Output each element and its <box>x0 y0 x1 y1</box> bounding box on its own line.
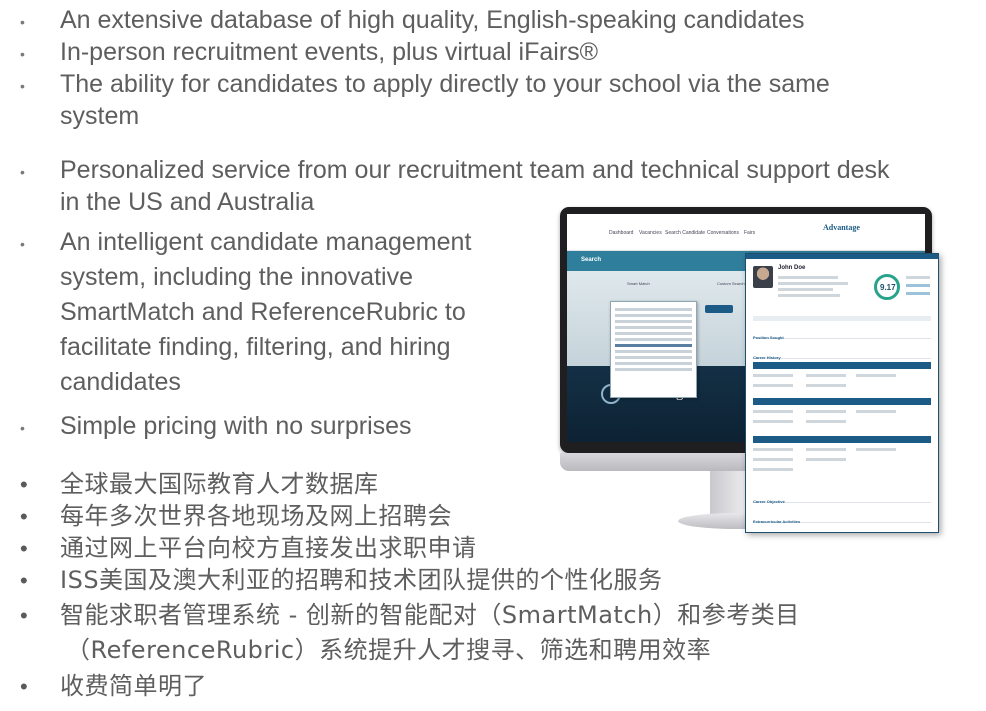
profile-section: Career Objective <box>753 490 931 504</box>
chinese-bullet-3: 通过网上平台向校方直接发出求职申请 <box>60 534 477 562</box>
monitor-illustration: Dashboard Vacancies Search Candidate Con… <box>560 207 945 545</box>
candidate-score: 9.17 <box>880 283 896 292</box>
bullet-marker: • <box>20 78 25 94</box>
bullet-marker: • <box>20 674 28 699</box>
bullet-marker: • <box>20 536 28 561</box>
profile-section: Career History <box>753 346 931 360</box>
bullet-marker: • <box>20 472 28 497</box>
chinese-bullet-2: 每年多次世界各地现场及网上招聘会 <box>60 502 452 530</box>
english-bullet-5-cont: SmartMatch and ReferenceRubric to <box>60 298 466 326</box>
bullet-marker: • <box>20 164 25 180</box>
chinese-bullet-4: ISS美国及澳大利亚的招聘和技术团队提供的个性化服务 <box>60 566 663 594</box>
english-bullet-3-cont: system <box>60 102 140 130</box>
screen-brand-logo: Advantage <box>823 223 860 232</box>
bullet-marker: • <box>20 46 25 62</box>
screen-nav-item: Vacancies <box>639 230 662 236</box>
candidate-profile-card: John Doe 9.17 Position Sought Career His… <box>745 253 939 533</box>
candidate-score-gauge: 9.17 <box>874 274 900 300</box>
profile-bar <box>753 436 931 443</box>
screen-nav-item: Search Candidate <box>665 230 706 236</box>
bullet-marker: • <box>20 14 25 30</box>
screen-nav-bar: Dashboard Vacancies Search Candidate Con… <box>567 214 925 251</box>
chinese-bullet-5-cont: （ReferenceRubric）系统提升人才搜寻、筛选和聘用效率 <box>66 636 712 664</box>
english-bullet-4: Personalized service from our recruitmen… <box>60 156 890 184</box>
profile-section: Position Sought <box>753 326 931 340</box>
chinese-bullet-1: 全球最大国际教育人才数据库 <box>60 470 379 498</box>
profile-tabs <box>753 316 931 321</box>
profile-bar <box>753 362 931 369</box>
bullet-marker: • <box>20 236 25 252</box>
english-bullet-5-cont: facilitate finding, filtering, and hirin… <box>60 333 451 361</box>
profile-bar <box>753 398 931 405</box>
candidate-avatar <box>753 266 773 288</box>
chinese-bullet-5: 智能求职者管理系统 - 创新的智能配对（SmartMatch）和参考类目 <box>60 601 800 629</box>
screen-nav-item: Conversations <box>707 230 739 236</box>
screen-smart-match-label: Smart Match <box>627 281 650 286</box>
screen-nav-item: Dashboard <box>609 230 634 236</box>
english-bullet-5: An intelligent candidate management <box>60 228 472 256</box>
screen-confirm-button <box>705 305 733 313</box>
profile-section: Extracurricular Activities <box>753 510 931 524</box>
english-bullet-5-cont: system, including the innovative <box>60 263 413 291</box>
english-bullet-4-cont: in the US and Australia <box>60 188 315 216</box>
english-bullet-3: The ability for candidates to apply dire… <box>60 70 830 98</box>
screen-search-title: Search <box>581 257 602 263</box>
candidate-name: John Doe <box>778 265 806 271</box>
english-bullet-1: An extensive database of high quality, E… <box>60 6 805 34</box>
english-bullet-2: In-person recruitment events, plus virtu… <box>60 38 599 66</box>
english-bullet-5-cont: candidates <box>60 368 181 396</box>
english-bullet-6: Simple pricing with no surprises <box>60 412 412 440</box>
bullet-marker: • <box>20 568 28 593</box>
screen-nav-item: Fairs <box>744 230 756 236</box>
chinese-bullet-6: 收费简单明了 <box>60 672 207 700</box>
bullet-marker: • <box>20 420 25 436</box>
bullet-marker: • <box>20 504 28 529</box>
screen-dropdown-list <box>610 301 697 398</box>
bullet-marker: • <box>20 603 28 628</box>
screen-custom-search-label: Custom Search <box>717 281 745 286</box>
